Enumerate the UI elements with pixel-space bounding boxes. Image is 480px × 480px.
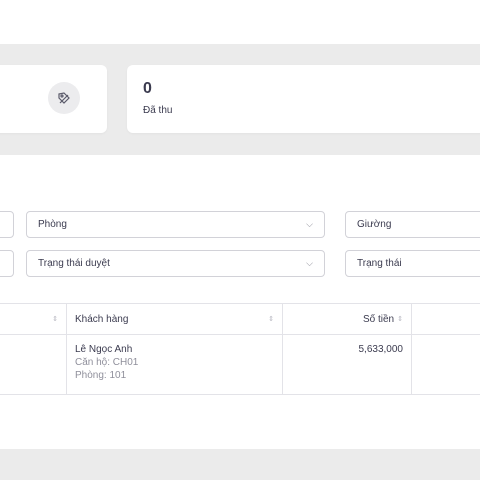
status-select[interactable]: Trạng thái: [345, 250, 480, 277]
column-header-amount[interactable]: Số tiền ⇕: [283, 304, 412, 334]
stat-card-left: [0, 65, 107, 133]
chevron-down-icon: ⌵: [306, 258, 313, 268]
filter-select-left-2[interactable]: [0, 250, 14, 277]
filter-select-left-1[interactable]: [0, 211, 14, 238]
invoice-table: ⇕ Khách hàng ⇕ Số tiền ⇕ Lê Ngọc Anh Căn…: [0, 303, 480, 395]
status-select-label: Trạng thái: [357, 258, 402, 269]
paid-value: 0: [143, 80, 152, 97]
table-header-row: ⇕ Khách hàng ⇕ Số tiền ⇕: [0, 304, 480, 335]
tag-icon: [48, 82, 80, 114]
customer-room: Phòng: 101: [75, 370, 127, 381]
stat-card-paid: 0 Đã thu: [127, 65, 480, 133]
bed-select[interactable]: Giường: [345, 211, 480, 238]
customer-header-label: Khách hàng: [75, 313, 129, 325]
approval-status-select[interactable]: Trạng thái duyệt ⌵: [26, 250, 325, 277]
table-cell-first: [0, 335, 67, 394]
table-cell-customer: Lê Ngọc Anh Căn hộ: CH01 Phòng: 101: [67, 335, 283, 394]
approval-status-label: Trạng thái duyệt: [38, 258, 110, 269]
column-header-customer[interactable]: Khách hàng ⇕: [67, 304, 283, 334]
table-cell-amount: 5,633,000: [283, 335, 412, 394]
amount-value: 5,633,000: [358, 344, 404, 355]
table-row[interactable]: Lê Ngọc Anh Căn hộ: CH01 Phòng: 101 5,63…: [0, 335, 480, 395]
sort-icon: ⇕: [397, 316, 403, 323]
amount-header-label: Số tiền: [362, 313, 395, 325]
sort-icon: ⇕: [268, 316, 274, 323]
customer-name: Lê Ngọc Anh: [75, 344, 133, 355]
chevron-down-icon: ⌵: [306, 219, 313, 229]
room-select[interactable]: Phòng ⌵: [26, 211, 325, 238]
column-header-first[interactable]: ⇕: [0, 304, 67, 334]
bed-select-label: Giường: [357, 219, 392, 230]
list-panel: [0, 155, 480, 449]
sort-icon: ⇕: [52, 316, 58, 323]
paid-label: Đã thu: [143, 105, 173, 116]
customer-apartment: Căn hộ: CH01: [75, 357, 139, 368]
room-select-label: Phòng: [38, 219, 67, 230]
top-bar: [0, 0, 480, 44]
